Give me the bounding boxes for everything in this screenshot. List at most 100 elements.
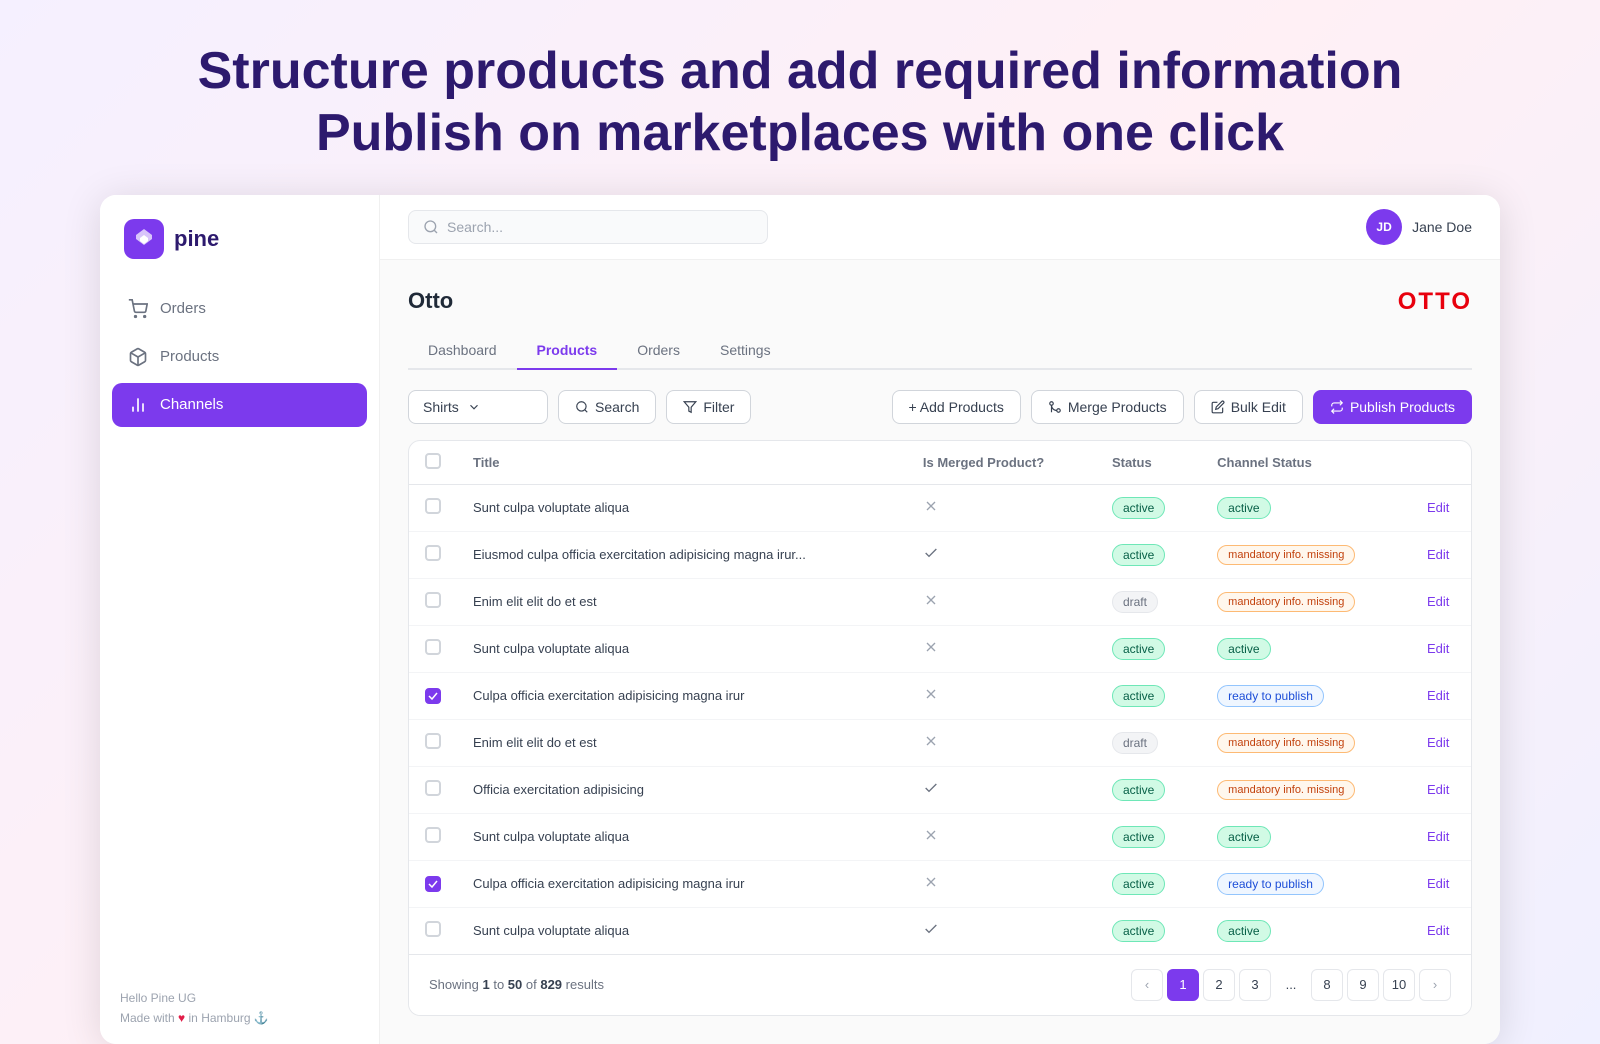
row-checkbox-3[interactable] <box>425 592 441 608</box>
prev-page-button[interactable]: ‹ <box>1131 969 1163 1001</box>
table-row: Culpa officia exercitation adipisicing m… <box>409 672 1471 719</box>
row-channel-status-1: active <box>1201 484 1411 531</box>
search-bar[interactable]: Search... <box>408 210 768 244</box>
status-header: Status <box>1096 441 1201 485</box>
main-content: Search... JD Jane Doe Otto OTTO Dashboar… <box>380 195 1500 1044</box>
channel-status-badge: mandatory info. missing <box>1217 592 1355 612</box>
channel-status-badge: ready to publish <box>1217 873 1324 895</box>
row-title-9: Culpa officia exercitation adipisicing m… <box>457 860 907 907</box>
edit-button-2[interactable]: Edit <box>1427 547 1449 562</box>
sidebar-item-channels[interactable]: Channels <box>112 383 367 427</box>
table-body: Sunt culpa voluptate aliquaactiveactiveE… <box>409 484 1471 954</box>
row-checkbox-4[interactable] <box>425 639 441 655</box>
row-status-1: active <box>1096 484 1201 531</box>
page-3-button[interactable]: 3 <box>1239 969 1271 1001</box>
row-checkbox-10[interactable] <box>425 921 441 937</box>
row-checkbox-7[interactable] <box>425 780 441 796</box>
user-name: Jane Doe <box>1412 219 1472 235</box>
channel-header: Otto OTTO <box>408 288 1472 316</box>
row-title-7: Officia exercitation adipisicing <box>457 766 907 813</box>
table-row: Sunt culpa voluptate aliquaactiveactiveE… <box>409 625 1471 672</box>
hero-title: Structure products and add required info… <box>20 40 1580 165</box>
search-button[interactable]: Search <box>558 390 656 424</box>
page-2-button[interactable]: 2 <box>1203 969 1235 1001</box>
bulk-edit-button[interactable]: Bulk Edit <box>1194 390 1303 424</box>
channel-tabs: Dashboard Products Orders Settings <box>408 332 1472 370</box>
row-checkbox-1[interactable] <box>425 498 441 514</box>
row-checkbox-9[interactable] <box>425 876 441 892</box>
row-title-3: Enim elit elit do et est <box>457 578 907 625</box>
page-8-button[interactable]: 8 <box>1311 969 1343 1001</box>
merge-icon <box>1048 400 1062 414</box>
tab-orders[interactable]: Orders <box>617 332 700 370</box>
status-badge: active <box>1112 685 1165 707</box>
page-9-button[interactable]: 9 <box>1347 969 1379 1001</box>
edit-button-10[interactable]: Edit <box>1427 923 1449 938</box>
page-1-button[interactable]: 1 <box>1167 969 1199 1001</box>
row-merged-10 <box>907 907 1096 954</box>
topbar: Search... JD Jane Doe <box>380 195 1500 260</box>
heart-icon: ♥ <box>178 1011 185 1025</box>
sidebar-item-channels-label: Channels <box>160 396 223 413</box>
edit-button-7[interactable]: Edit <box>1427 782 1449 797</box>
row-checkbox-6[interactable] <box>425 733 441 749</box>
merge-products-button[interactable]: Merge Products <box>1031 390 1184 424</box>
row-checkbox-5[interactable] <box>425 688 441 704</box>
edit-button-9[interactable]: Edit <box>1427 876 1449 891</box>
logo-icon <box>124 219 164 259</box>
hero-section: Structure products and add required info… <box>0 0 1600 195</box>
row-checkbox-8[interactable] <box>425 827 441 843</box>
products-table-container: Title Is Merged Product? Status Channel … <box>408 440 1472 1016</box>
filter-button[interactable]: Filter <box>666 390 751 424</box>
row-channel-status-5: ready to publish <box>1201 672 1411 719</box>
edit-button-5[interactable]: Edit <box>1427 688 1449 703</box>
status-badge: active <box>1112 826 1165 848</box>
row-merged-7 <box>907 766 1096 813</box>
row-status-2: active <box>1096 531 1201 578</box>
filter-btn-label: Filter <box>703 399 734 415</box>
channel-status-badge: active <box>1217 920 1270 942</box>
avatar: JD <box>1366 209 1402 245</box>
row-merged-4 <box>907 625 1096 672</box>
pagination-controls: ‹ 1 2 3 ... 8 9 10 › <box>1131 969 1451 1001</box>
products-table: Title Is Merged Product? Status Channel … <box>409 441 1471 954</box>
status-badge: active <box>1112 638 1165 660</box>
status-badge: active <box>1112 544 1165 566</box>
edit-button-6[interactable]: Edit <box>1427 735 1449 750</box>
user-info: JD Jane Doe <box>1366 209 1472 245</box>
tab-dashboard[interactable]: Dashboard <box>408 332 517 370</box>
toolbar-left: Shirts Search <box>408 390 751 424</box>
pagination-info: Showing 1 to 50 of 829 results <box>429 977 604 992</box>
table-row: Culpa officia exercitation adipisicing m… <box>409 860 1471 907</box>
sidebar-item-products-label: Products <box>160 348 219 365</box>
tab-products[interactable]: Products <box>517 332 618 370</box>
row-status-5: active <box>1096 672 1201 719</box>
tab-settings[interactable]: Settings <box>700 332 791 370</box>
edit-button-1[interactable]: Edit <box>1427 500 1449 515</box>
edit-button-3[interactable]: Edit <box>1427 594 1449 609</box>
table-row: Sunt culpa voluptate aliquaactiveactiveE… <box>409 484 1471 531</box>
row-title-5: Culpa officia exercitation adipisicing m… <box>457 672 907 719</box>
page-10-button[interactable]: 10 <box>1383 969 1415 1001</box>
edit-button-8[interactable]: Edit <box>1427 829 1449 844</box>
sidebar-item-products[interactable]: Products <box>112 335 367 379</box>
status-badge: draft <box>1112 732 1158 754</box>
row-status-9: active <box>1096 860 1201 907</box>
sidebar-item-orders[interactable]: Orders <box>112 287 367 331</box>
row-title-10: Sunt culpa voluptate aliqua <box>457 907 907 954</box>
row-merged-8 <box>907 813 1096 860</box>
row-merged-5 <box>907 672 1096 719</box>
edit-button-4[interactable]: Edit <box>1427 641 1449 656</box>
channel-status-header: Channel Status <box>1201 441 1411 485</box>
table-row: Sunt culpa voluptate aliquaactiveactiveE… <box>409 907 1471 954</box>
category-select[interactable]: Shirts <box>408 390 548 424</box>
row-checkbox-2[interactable] <box>425 545 441 561</box>
publish-products-button[interactable]: Publish Products <box>1313 390 1472 424</box>
sidebar-nav: Orders Products Channels <box>100 279 379 974</box>
next-page-button[interactable]: › <box>1419 969 1451 1001</box>
row-channel-status-3: mandatory info. missing <box>1201 578 1411 625</box>
chevron-down-icon <box>467 400 481 414</box>
select-all-checkbox[interactable] <box>425 453 441 469</box>
content-area: Otto OTTO Dashboard Products Orders Sett… <box>380 260 1500 1044</box>
add-products-button[interactable]: + Add Products <box>892 390 1021 424</box>
